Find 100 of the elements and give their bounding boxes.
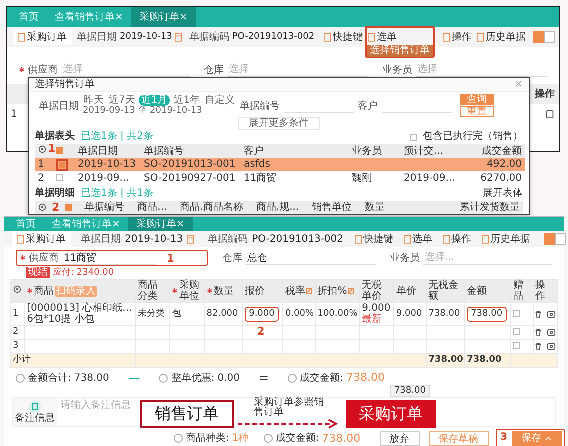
- total-label: 金额合计:: [28, 372, 72, 384]
- toolbar-icon: [443, 32, 450, 42]
- settlement-badge: 现结: [26, 267, 50, 278]
- minus-sign: —: [128, 372, 140, 384]
- table-cell: 包: [172, 308, 182, 318]
- field-label: 业务员: [382, 64, 412, 77]
- toolbar-button[interactable]: 选单: [400, 232, 436, 246]
- settings-icon[interactable]: [38, 145, 47, 154]
- toolbar-icon: [482, 234, 489, 244]
- checkbox[interactable]: [513, 328, 520, 336]
- info-icon: [159, 374, 168, 382]
- date-option[interactable]: 近1年: [172, 94, 202, 106]
- input-field[interactable]: 11商贸: [62, 251, 156, 265]
- view-toggle[interactable]: [554, 233, 566, 245]
- menu-item[interactable]: 选择销售订单: [367, 45, 433, 57]
- view-toggle[interactable]: [544, 31, 555, 43]
- field-label: 供应商: [29, 252, 59, 265]
- row-number: 2: [38, 172, 44, 184]
- toolbar-button[interactable]: 历史单据: [478, 232, 534, 246]
- note-field[interactable]: 请输入备注信息: [57, 398, 143, 413]
- tab[interactable]: 采购订单×: [128, 217, 193, 231]
- toolbar-button[interactable]: 选单: [367, 30, 398, 44]
- tab[interactable]: 采购订单×: [131, 7, 196, 27]
- table-cell: 9.000: [396, 308, 422, 318]
- copy-icon[interactable]: [547, 328, 556, 337]
- column-header: 客户: [244, 146, 264, 157]
- table-cell: 6270.00: [480, 172, 522, 184]
- checkbox[interactable]: [513, 342, 520, 350]
- equals-sign: =: [259, 372, 270, 384]
- checkbox[interactable]: [513, 310, 520, 317]
- column-header: 商品: [34, 286, 54, 296]
- toolbar-button[interactable]: 操作: [440, 232, 475, 246]
- date-option[interactable]: 昨天: [83, 94, 105, 106]
- column-header: 折扣%: [318, 286, 348, 296]
- row-number: 2: [13, 327, 19, 337]
- view-toggle[interactable]: [544, 233, 555, 245]
- delete-icon[interactable]: [534, 342, 544, 351]
- section-title: 单据明细: [35, 188, 75, 200]
- calendar-icon[interactable]: [187, 234, 194, 244]
- toolbar-button[interactable]: 快捷键: [323, 30, 364, 44]
- expand-link[interactable]: 展开表体: [483, 188, 523, 200]
- footer-label: 成交金额:: [276, 432, 320, 445]
- date-option[interactable]: 近7天: [108, 94, 136, 106]
- checkbox[interactable]: [64, 204, 72, 211]
- table-row[interactable]: 1 2019-10-13 SO-20191013-001 asfds 492.00: [35, 158, 525, 171]
- field-label: 单据编码: [208, 232, 248, 246]
- column-header: 无税金额: [428, 280, 460, 302]
- toolbar-button[interactable]: 历史单据: [476, 30, 527, 44]
- column-header: 数量: [214, 286, 234, 296]
- toolbar-button[interactable]: 快捷键: [352, 232, 397, 246]
- calendar-icon[interactable]: [175, 32, 182, 42]
- column-header: 赠品: [513, 280, 524, 302]
- column-header: 单据编号: [84, 201, 125, 214]
- edit-icon[interactable]: [306, 288, 312, 294]
- selection-count: 已选1条 | 共1条: [81, 188, 154, 200]
- table-cell: 738.00: [428, 308, 460, 318]
- step-number: 1: [166, 252, 174, 264]
- discard-button[interactable]: 放弃: [380, 430, 420, 446]
- table-cell: SO-20190927-001: [144, 172, 236, 184]
- tooltip: 738.00: [390, 385, 430, 397]
- field-label: 备注信息: [15, 412, 55, 424]
- input-field[interactable]: 选择...: [423, 251, 552, 265]
- field-label: 供应商: [28, 64, 58, 77]
- settings-icon[interactable]: [38, 203, 47, 212]
- field-label: 业务员: [390, 252, 420, 265]
- payable-amount: 应付: 2340.00: [53, 266, 114, 279]
- column-header: 单价: [396, 286, 416, 296]
- column-header: 业务员: [352, 146, 382, 157]
- column-header: 累计发货数量: [460, 201, 520, 214]
- toolbar-icon: [442, 234, 450, 244]
- total-label: 整单优惠:: [171, 372, 215, 384]
- column-header: 无税单价: [362, 280, 384, 302]
- table-row[interactable]: 2 2019-09... SO-20190927-001 11商贸 魏刚 2019-09... 6270.00: [35, 171, 525, 185]
- input-field[interactable]: 总仓: [245, 251, 376, 265]
- column-header: 销售单位: [312, 201, 352, 214]
- column-header: 单据日期: [78, 146, 118, 157]
- column-header: 商品.规...: [256, 201, 300, 214]
- delete-icon[interactable]: [534, 310, 544, 318]
- table-cell: 9.000: [362, 303, 392, 314]
- checkbox[interactable]: [56, 174, 63, 182]
- total-value: 0.00: [218, 372, 240, 384]
- table-cell: 492.00: [487, 159, 522, 170]
- delete-icon[interactable]: [534, 328, 544, 337]
- info-icon: [16, 374, 25, 382]
- checkbox[interactable]: [410, 134, 417, 140]
- column-header: 采购单位: [179, 280, 200, 302]
- checkbox[interactable]: [56, 147, 63, 154]
- toolbar-button[interactable]: 操作: [442, 30, 473, 44]
- copy-icon[interactable]: [547, 342, 556, 351]
- copy-icon[interactable]: [547, 310, 556, 318]
- date-option[interactable]: 自定义: [204, 94, 236, 106]
- settings-icon[interactable]: [13, 285, 22, 294]
- checkbox[interactable]: [56, 158, 68, 170]
- view-toggle[interactable]: [533, 31, 544, 43]
- edit-icon[interactable]: [348, 288, 354, 294]
- expand-link[interactable]: 展开更多条件: [238, 117, 320, 130]
- table-cell: asfds: [244, 159, 270, 170]
- copy-icon[interactable]: [546, 110, 555, 118]
- field-label: 单据日期: [39, 100, 79, 112]
- row-number: 1: [13, 308, 19, 318]
